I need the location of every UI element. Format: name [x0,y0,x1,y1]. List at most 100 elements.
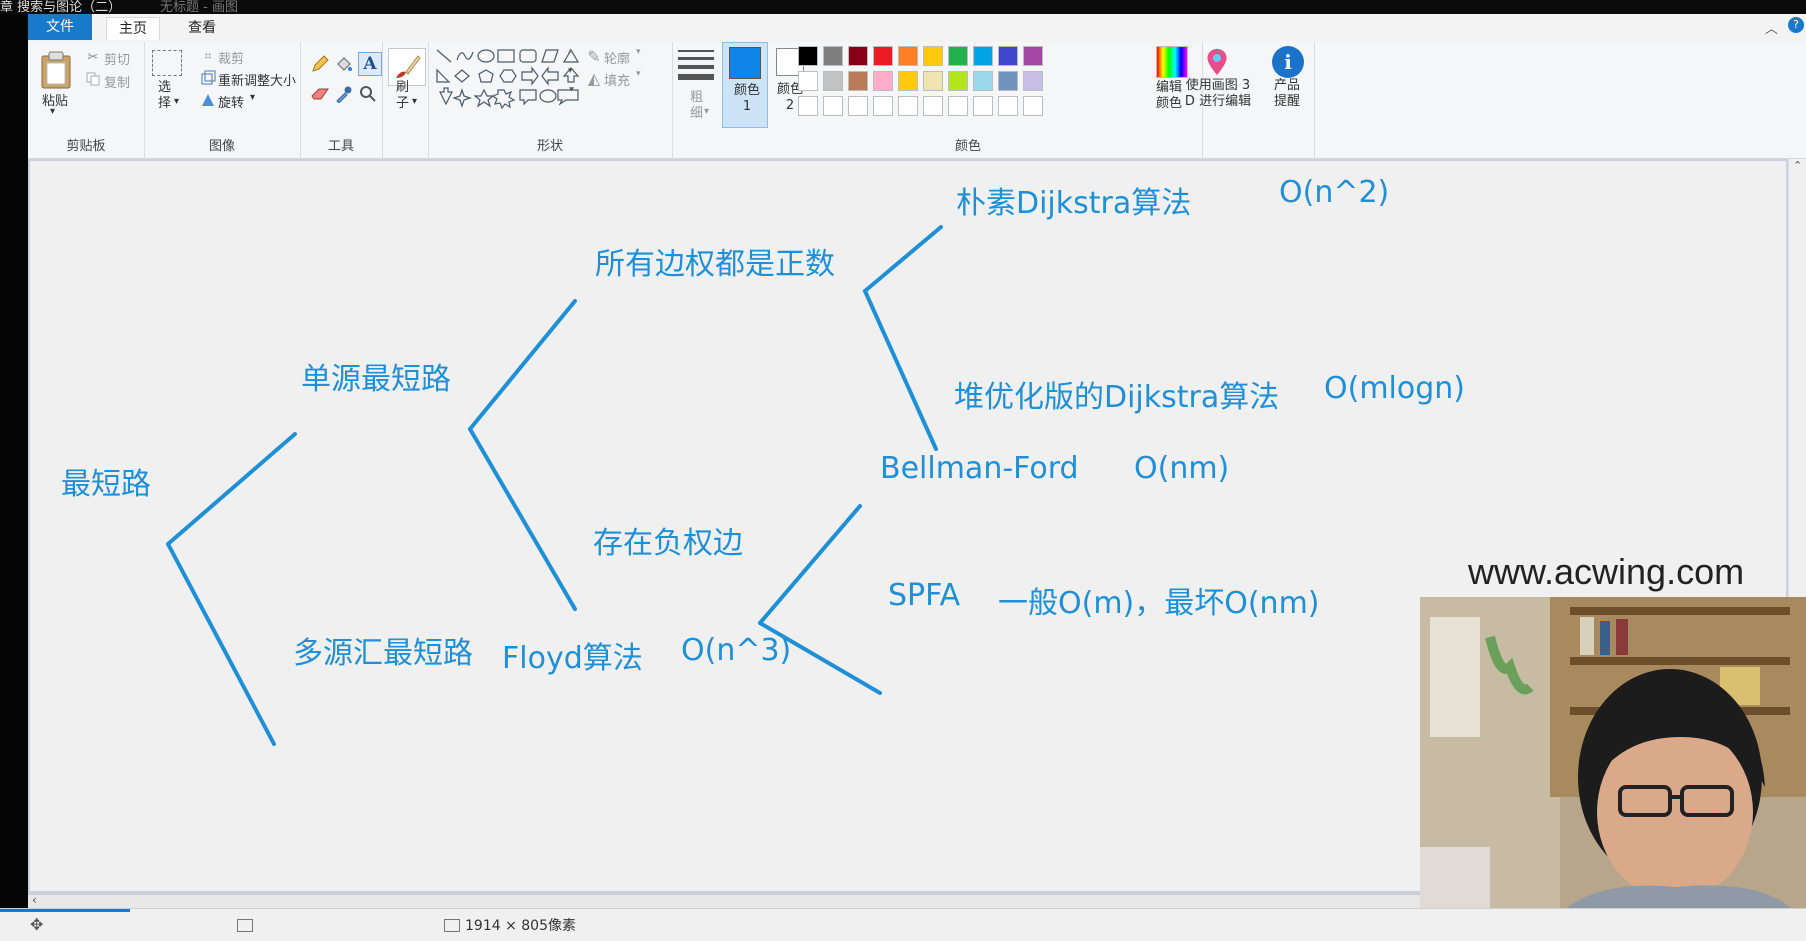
palette-swatch[interactable] [1023,46,1043,66]
palette-swatch[interactable] [973,96,993,116]
palette-swatch[interactable] [898,71,918,91]
outline-button[interactable]: 轮廓 [604,48,630,67]
document-title: 无标题 - 画图 [160,0,238,14]
fill-dropdown-icon[interactable]: ▾ [636,69,641,79]
palette-swatch[interactable] [973,71,993,91]
copy-button[interactable]: 复制 [104,72,130,91]
shapes-gallery[interactable] [434,46,584,110]
palette-swatch[interactable] [848,46,868,66]
node-root: 最短路 [61,467,151,502]
select-icon[interactable] [152,50,182,76]
shapes-scroll-down-icon[interactable]: ▾ [568,66,573,76]
info-icon[interactable]: i [1272,46,1304,78]
paste-dropdown-icon[interactable]: ▾ [50,106,55,117]
outline-icon[interactable]: ✎ [586,47,602,66]
webcam-person-image [1420,597,1806,941]
palette-swatch[interactable] [823,96,843,116]
palette-swatch[interactable] [998,71,1018,91]
group-product: i 产品提醒 [1260,42,1315,158]
product-alert-button[interactable]: 产品提醒 [1274,78,1304,110]
palette-swatch[interactable] [898,46,918,66]
group-colors: 编辑颜色 颜色 [794,42,1203,158]
palette-swatch[interactable] [973,46,993,66]
paste-icon[interactable] [38,50,74,90]
pencil-icon[interactable] [310,54,330,74]
tab-file[interactable]: 文件 [28,14,92,40]
palette-swatch[interactable] [923,46,943,66]
scroll-up-icon[interactable]: ⌃ [1793,159,1802,172]
color-picker-icon[interactable] [334,84,354,104]
brush-dropdown-icon[interactable]: ▾ [412,96,417,107]
paint3d-icon[interactable] [1202,46,1232,78]
palette-swatch[interactable] [873,71,893,91]
palette-swatch[interactable] [998,46,1018,66]
rotate-dropdown-icon[interactable]: ▾ [250,92,255,103]
collapse-ribbon-icon[interactable]: ︿ [1765,18,1778,37]
palette-swatch[interactable] [798,46,818,66]
cut-icon[interactable]: ✂ [86,50,100,65]
crop-icon[interactable]: ⌗ [200,48,216,64]
help-icon[interactable]: ? [1788,17,1804,33]
clipboard-group-label: 剪贴板 [66,139,106,154]
size-button[interactable]: 粗细 [690,90,704,122]
crop-button[interactable]: 裁剪 [218,48,244,67]
select-dropdown-icon[interactable]: ▾ [174,96,179,107]
palette-swatch[interactable] [998,96,1018,116]
edge-negative-bellman [758,504,862,625]
palette-swatch[interactable] [898,96,918,116]
node-naive-dijkstra: 朴素Dijkstra算法 [956,186,1192,221]
palette-swatch[interactable] [798,96,818,116]
palette-swatch[interactable] [948,71,968,91]
palette-swatch[interactable] [848,71,868,91]
text-tool-icon[interactable]: A [358,52,382,76]
video-left-border [0,0,28,941]
copy-icon[interactable] [86,72,100,86]
shapes-expand-icon[interactable]: ⯆ [568,86,575,96]
palette-swatch[interactable] [798,71,818,91]
cut-button[interactable]: 剪切 [104,49,130,68]
edge-positive-heap [863,289,938,451]
select-button[interactable]: 选择 [158,80,172,112]
palette-swatch[interactable] [848,96,868,116]
outline-dropdown-icon[interactable]: ▾ [636,47,641,57]
palette-swatch[interactable] [873,46,893,66]
palette-swatch[interactable] [1023,96,1043,116]
palette-swatch[interactable] [823,46,843,66]
palette-swatch[interactable] [1023,71,1043,91]
node-negative-edge: 存在负权边 [593,526,743,561]
palette-swatch[interactable] [923,71,943,91]
eraser-icon[interactable] [310,84,330,104]
resize-icon[interactable] [200,70,216,86]
color1-button[interactable]: 颜色 1 [722,42,768,128]
palette-swatch[interactable] [948,96,968,116]
shapes-scroll-up-icon[interactable]: ▴ [568,46,573,56]
edge-root-single [166,432,297,546]
palette-swatch[interactable] [823,71,843,91]
fill-button[interactable]: 填充 [604,70,630,89]
fill-bucket-icon[interactable] [334,54,354,74]
paint3d-button[interactable]: 使用画图 3 D 进行编辑 [1180,78,1256,110]
magnifier-icon[interactable] [358,84,378,104]
video-progress-bar[interactable] [0,909,130,912]
rotate-button[interactable]: 旋转 [218,92,244,111]
brush-button[interactable]: 刷子 [396,80,410,112]
tab-view[interactable]: 查看 [176,17,228,39]
colors-group-label: 颜色 [954,139,981,154]
canvas-size-icon [444,919,460,932]
palette-swatch[interactable] [948,46,968,66]
tab-home[interactable]: 主页 [106,17,160,40]
rotate-icon[interactable] [200,92,216,108]
fill-icon[interactable]: ◭ [586,69,602,88]
group-tools: A 工具 [300,42,383,158]
size-icon[interactable] [678,50,714,80]
resize-button[interactable]: 重新调整大小 [218,70,296,89]
palette-swatch[interactable] [873,96,893,116]
palette-swatch[interactable] [923,96,943,116]
scroll-left-icon[interactable]: ‹ [32,893,37,907]
node-floyd: Floyd算法 [502,641,643,676]
node-single-source: 单源最短路 [301,362,451,397]
size-dropdown-icon[interactable]: ▾ [704,106,709,117]
group-shapes: ▴ ▾ ⯆ ✎ 轮廓 ▾ ◭ 填充 ▾ 形状 [428,42,673,158]
site-watermark: www.acwing.com [1468,551,1745,592]
node-spfa-complexity: 一般O(m)，最坏O(nm) [998,586,1320,621]
